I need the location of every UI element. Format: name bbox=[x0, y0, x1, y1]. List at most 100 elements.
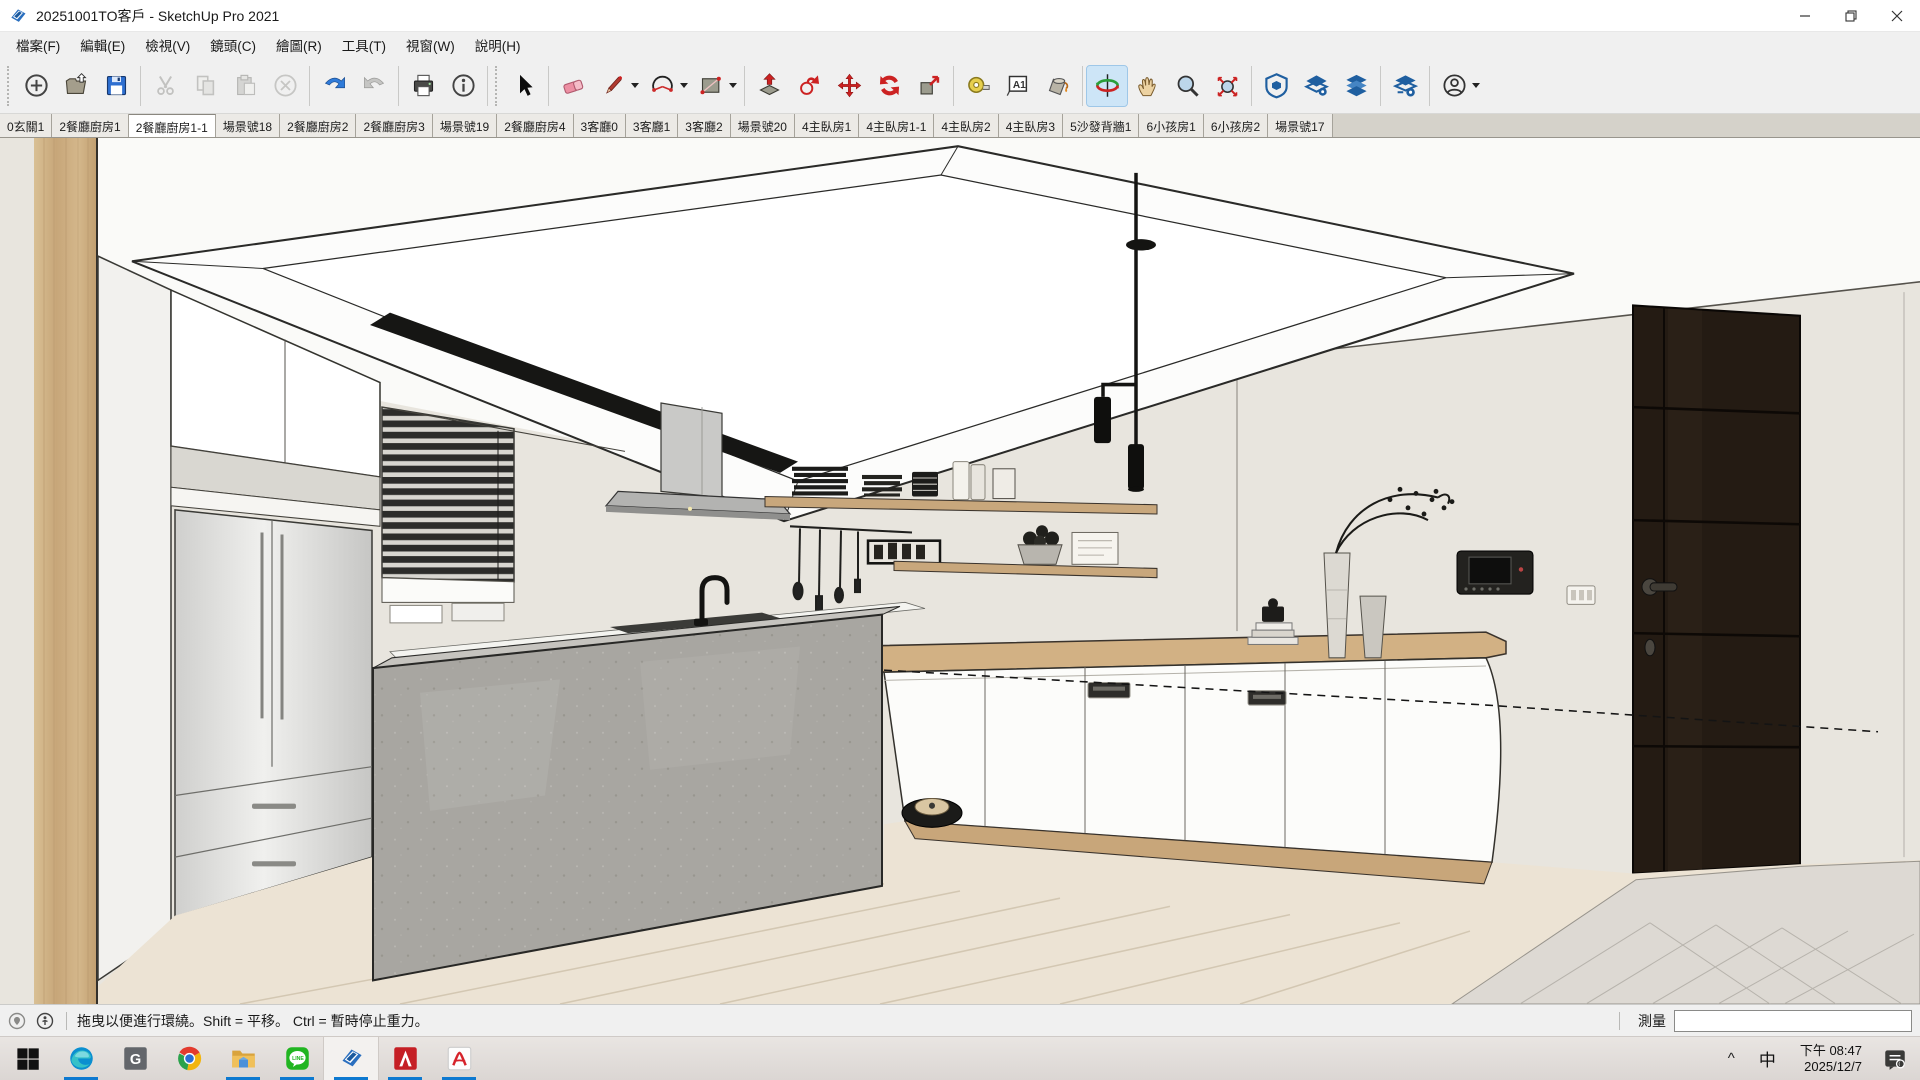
pan-tool-button[interactable] bbox=[1127, 66, 1167, 106]
system-tray: ^ 中 下午 08:47 2025/12/7 bbox=[1716, 1037, 1920, 1080]
scene-tab-active[interactable]: 2餐廳廚房1-1 bbox=[129, 114, 216, 137]
measure-input[interactable] bbox=[1674, 1010, 1912, 1032]
menu-camera[interactable]: 鏡頭(C) bbox=[200, 32, 266, 58]
menu-board bbox=[1072, 532, 1118, 564]
save-icon bbox=[103, 72, 130, 99]
text-tool-button[interactable]: A1 bbox=[998, 66, 1038, 106]
extension-4-button[interactable] bbox=[1385, 66, 1425, 106]
account-button[interactable] bbox=[1434, 66, 1474, 106]
arc-tool-button[interactable] bbox=[642, 66, 682, 106]
follow-me-tool-button[interactable] bbox=[789, 66, 829, 106]
zoom-extents-button[interactable] bbox=[1207, 66, 1247, 106]
toolbar-grip[interactable] bbox=[7, 66, 11, 106]
scene-tab[interactable]: 場景號20 bbox=[731, 114, 795, 137]
taskbar-clock[interactable]: 下午 08:47 2025/12/7 bbox=[1788, 1043, 1874, 1075]
credits-info-icon[interactable] bbox=[36, 1012, 54, 1030]
line-tool-button[interactable] bbox=[593, 66, 633, 106]
hidden-icons-chevron[interactable]: ^ bbox=[1716, 1050, 1747, 1067]
eraser-tool-button[interactable] bbox=[553, 66, 593, 106]
scene-tab[interactable]: 3客廳1 bbox=[626, 114, 678, 137]
menu-window[interactable]: 視窗(W) bbox=[396, 32, 465, 58]
delete-button[interactable] bbox=[265, 66, 305, 106]
scene-tab[interactable]: 2餐廳廚房1 bbox=[52, 114, 128, 137]
scale-tool-button[interactable] bbox=[909, 66, 949, 106]
rotate-tool-button[interactable] bbox=[869, 66, 909, 106]
sketchup-app-icon bbox=[338, 1045, 365, 1072]
scene-tab[interactable]: 3客廳2 bbox=[678, 114, 730, 137]
paint-bucket-tool-button[interactable] bbox=[1038, 66, 1078, 106]
pan-hand-icon bbox=[1134, 72, 1161, 99]
menu-file[interactable]: 檔案(F) bbox=[6, 32, 70, 58]
scene-tab[interactable]: 場景號17 bbox=[1268, 114, 1332, 137]
menu-tools[interactable]: 工具(T) bbox=[332, 32, 396, 58]
geolocation-icon[interactable] bbox=[8, 1012, 26, 1030]
kitchen-3d-scene bbox=[0, 138, 1920, 1004]
paste-button[interactable] bbox=[225, 66, 265, 106]
minimize-button[interactable] bbox=[1782, 0, 1828, 31]
push-pull-icon bbox=[756, 72, 783, 99]
push-pull-tool-button[interactable] bbox=[749, 66, 789, 106]
menu-edit[interactable]: 編輯(E) bbox=[70, 32, 135, 58]
select-tool-button[interactable] bbox=[504, 66, 544, 106]
print-button[interactable] bbox=[403, 66, 443, 106]
redo-button[interactable] bbox=[354, 66, 394, 106]
toolbar-grip[interactable] bbox=[495, 66, 499, 106]
scene-tab[interactable]: 6小孩房1 bbox=[1139, 114, 1203, 137]
scene-tab[interactable]: 4主臥房1 bbox=[795, 114, 859, 137]
scene-tab[interactable]: 場景號19 bbox=[433, 114, 497, 137]
scene-tab[interactable]: 2餐廳廚房4 bbox=[497, 114, 573, 137]
paste-icon bbox=[232, 72, 259, 99]
save-button[interactable] bbox=[96, 66, 136, 106]
paint-bucket-icon bbox=[1045, 72, 1072, 99]
menu-help[interactable]: 說明(H) bbox=[465, 32, 531, 58]
copy-button[interactable] bbox=[185, 66, 225, 106]
model-viewport[interactable] bbox=[0, 138, 1920, 1004]
zoom-tool-button[interactable] bbox=[1167, 66, 1207, 106]
extension-shield-icon bbox=[1263, 72, 1290, 99]
taskbar-chrome[interactable] bbox=[162, 1037, 216, 1080]
taskbar-acrobat-reader[interactable] bbox=[432, 1037, 486, 1080]
model-info-button[interactable] bbox=[443, 66, 483, 106]
restore-button[interactable] bbox=[1828, 0, 1874, 31]
scene-tab[interactable]: 4主臥房3 bbox=[999, 114, 1063, 137]
start-button[interactable] bbox=[0, 1037, 54, 1080]
rectangle-tool-button[interactable] bbox=[691, 66, 731, 106]
scene-tab[interactable]: 4主臥房1-1 bbox=[859, 114, 934, 137]
notification-center-icon[interactable] bbox=[1880, 1044, 1910, 1074]
undo-button[interactable] bbox=[314, 66, 354, 106]
move-tool-button[interactable] bbox=[829, 66, 869, 106]
menu-bar: 檔案(F) 編輯(E) 檢視(V) 鏡頭(C) 繪圖(R) 工具(T) 視窗(W… bbox=[0, 32, 1920, 58]
scene-tab[interactable]: 場景號18 bbox=[216, 114, 280, 137]
tape-measure-tool-button[interactable] bbox=[958, 66, 998, 106]
taskbar-file-explorer[interactable] bbox=[216, 1037, 270, 1080]
acrobat-reader-icon bbox=[446, 1045, 473, 1072]
scene-tab[interactable]: 0玄關1 bbox=[0, 114, 52, 137]
scene-tab[interactable]: 4主臥房2 bbox=[934, 114, 998, 137]
scene-tab[interactable]: 6小孩房2 bbox=[1204, 114, 1268, 137]
menu-draw[interactable]: 繪圖(R) bbox=[266, 32, 332, 58]
taskbar-sketchup[interactable] bbox=[324, 1037, 378, 1080]
orbit-tool-button[interactable] bbox=[1087, 66, 1127, 106]
taskbar-adobe-acrobat[interactable] bbox=[378, 1037, 432, 1080]
scene-tab[interactable]: 2餐廳廚房2 bbox=[280, 114, 356, 137]
new-button[interactable] bbox=[16, 66, 56, 106]
close-button[interactable] bbox=[1874, 0, 1920, 31]
model-info-icon bbox=[450, 72, 477, 99]
main-toolbar: A1 bbox=[0, 58, 1920, 114]
taskbar-edge[interactable] bbox=[54, 1037, 108, 1080]
zoom-extents-icon bbox=[1214, 72, 1241, 99]
extension-1-button[interactable] bbox=[1256, 66, 1296, 106]
open-button[interactable] bbox=[56, 66, 96, 106]
taskbar-line[interactable]: LINE bbox=[270, 1037, 324, 1080]
ime-indicator[interactable]: 中 bbox=[1747, 1046, 1788, 1071]
menu-view[interactable]: 檢視(V) bbox=[135, 32, 200, 58]
taskbar-google[interactable]: G bbox=[108, 1037, 162, 1080]
extension-3-button[interactable] bbox=[1336, 66, 1376, 106]
wood-pillar bbox=[34, 138, 98, 1004]
scene-tab[interactable]: 3客廳0 bbox=[574, 114, 626, 137]
scene-tab[interactable]: 5沙發背牆1 bbox=[1063, 114, 1139, 137]
scene-tab[interactable]: 2餐廳廚房3 bbox=[356, 114, 432, 137]
cut-button[interactable] bbox=[145, 66, 185, 106]
extension-2-button[interactable] bbox=[1296, 66, 1336, 106]
line-app-icon: LINE bbox=[284, 1045, 311, 1072]
